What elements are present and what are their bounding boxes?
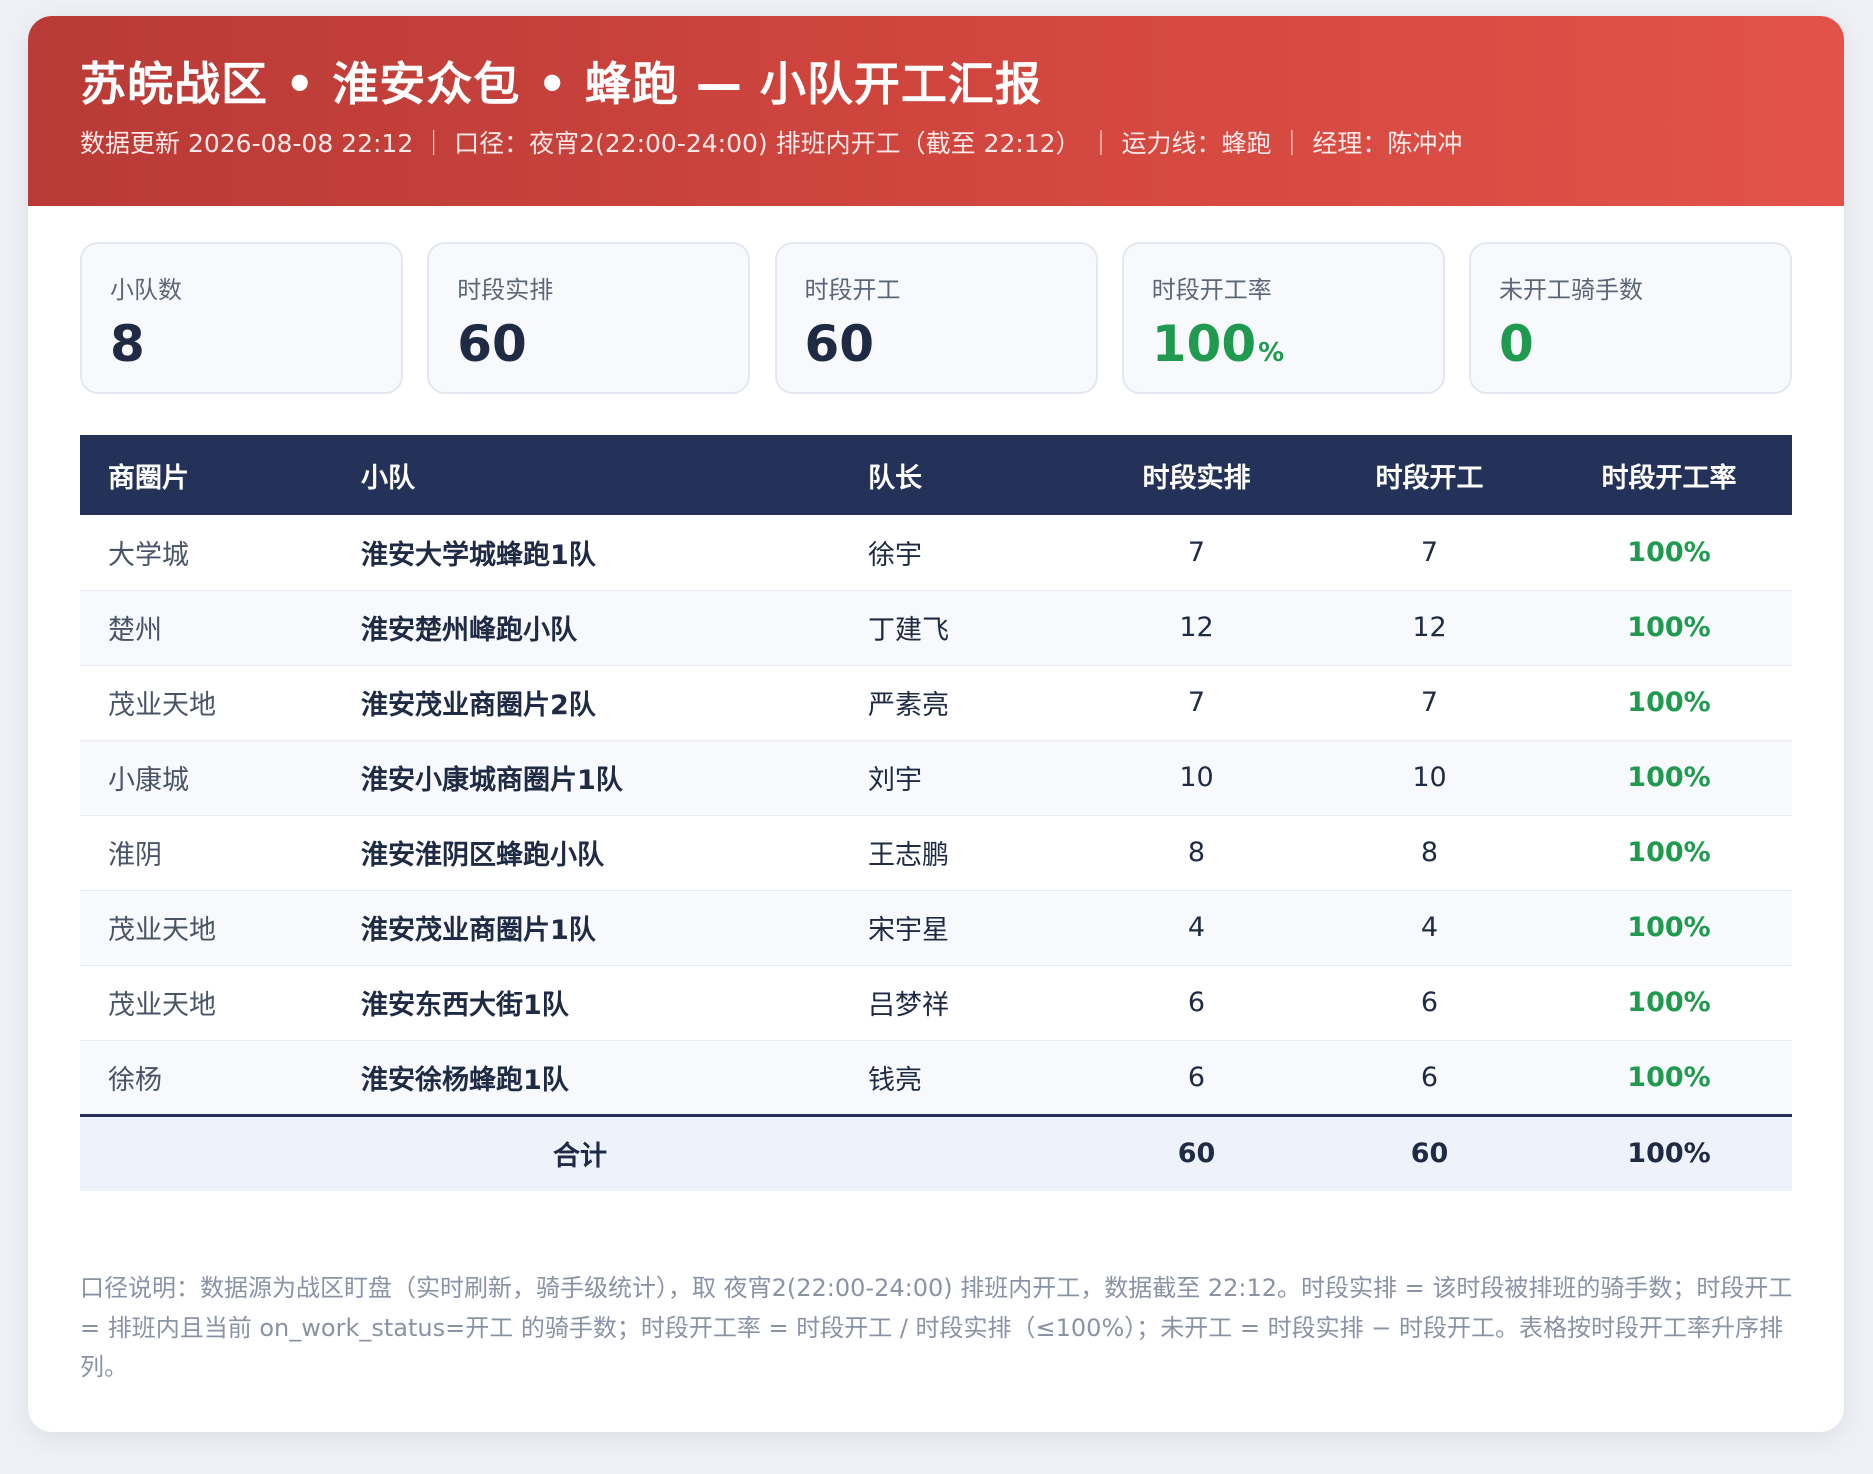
report-header: 苏皖战区 • 淮安众包 • 蜂跑 — 小队开工汇报 数据更新 2026-08-0… <box>28 16 1844 206</box>
cell-planned: 6 <box>1080 965 1313 1041</box>
cell-area: 楚州 <box>80 590 333 666</box>
stats-row: 小队数 8 时段实排 60 时段开工 60 时段开工率 100% 未开工骑手数 … <box>80 242 1792 394</box>
cell-rate: 100% <box>1546 1040 1792 1116</box>
cell-working: 7 <box>1313 515 1546 591</box>
stat-value: 60 <box>457 315 527 373</box>
cell-planned: 12 <box>1080 590 1313 666</box>
cell-planned: 4 <box>1080 890 1313 966</box>
cell-team: 淮安茂业商圈片1队 <box>333 890 840 966</box>
report-card: 苏皖战区 • 淮安众包 • 蜂跑 — 小队开工汇报 数据更新 2026-08-0… <box>28 16 1844 1432</box>
page-title: 苏皖战区 • 淮安众包 • 蜂跑 — 小队开工汇报 <box>80 57 1042 111</box>
report-subtitle: 数据更新 2026-08-08 22:12 ｜ 口径：夜宵2(22:00-24:… <box>80 128 1463 158</box>
cell-team: 淮安大学城蜂跑1队 <box>333 515 840 591</box>
table-total-row: 合计 60 60 100% <box>80 1113 1792 1191</box>
table-row: 小康城 淮安小康城商圈片1队 刘宇 10 10 100% <box>80 740 1792 816</box>
cell-leader: 丁建飞 <box>840 590 1080 666</box>
cell-working: 12 <box>1313 590 1546 666</box>
cell-working: 6 <box>1313 1040 1546 1116</box>
stat-card-team-count: 小队数 8 <box>80 242 403 394</box>
cell-rate: 100% <box>1546 890 1792 966</box>
cell-planned: 6 <box>1080 1040 1313 1116</box>
table-row: 大学城 淮安大学城蜂跑1队 徐宇 7 7 100% <box>80 515 1792 591</box>
stat-card-work-rate: 时段开工率 100% <box>1121 242 1445 394</box>
cell-team: 淮安东西大街1队 <box>333 965 840 1041</box>
cell-planned: 8 <box>1080 815 1313 891</box>
column-header-area: 商圈片 <box>80 435 333 515</box>
cell-leader: 王志鹏 <box>840 815 1080 891</box>
column-header-working: 时段开工 <box>1313 435 1546 515</box>
cell-planned: 7 <box>1080 515 1313 591</box>
table-row: 茂业天地 淮安茂业商圈片2队 严素亮 7 7 100% <box>80 665 1792 741</box>
cell-leader: 钱亮 <box>840 1040 1080 1116</box>
stat-label: 时段开工 <box>804 276 901 304</box>
cell-leader: 宋宇星 <box>840 890 1080 966</box>
table-header-row: 商圈片 小队 队长 时段实排 时段开工 时段开工率 <box>80 435 1792 515</box>
cell-team: 淮安徐杨蜂跑1队 <box>333 1040 840 1116</box>
stat-label: 时段实排 <box>457 276 554 304</box>
cell-leader: 吕梦祥 <box>840 965 1080 1041</box>
team-table: 商圈片 小队 队长 时段实排 时段开工 时段开工率 大学城 淮安大学城蜂跑1队 徐宇… <box>80 435 1792 1191</box>
stat-value: 8 <box>110 315 145 373</box>
table-row: 楚州 淮安楚州峰跑小队 丁建飞 12 12 100% <box>80 590 1792 666</box>
cell-team: 淮安茂业商圈片2队 <box>333 665 840 741</box>
column-header-leader: 队长 <box>840 435 1080 515</box>
stat-unit: % <box>1258 338 1285 368</box>
cell-rate: 100% <box>1546 965 1792 1041</box>
total-label: 合计 <box>80 1113 1080 1191</box>
cell-leader: 徐宇 <box>840 515 1080 591</box>
cell-rate: 100% <box>1546 590 1792 666</box>
total-planned: 60 <box>1080 1113 1313 1191</box>
cell-leader: 刘宇 <box>840 740 1080 816</box>
cell-area: 茂业天地 <box>80 965 333 1041</box>
cell-area: 小康城 <box>80 740 333 816</box>
stat-card-planned: 时段实排 60 <box>427 242 751 394</box>
cell-working: 4 <box>1313 890 1546 966</box>
cell-area: 茂业天地 <box>80 890 333 966</box>
stat-card-not-working: 未开工骑手数 0 <box>1469 242 1792 394</box>
cell-working: 7 <box>1313 665 1546 741</box>
cell-area: 徐杨 <box>80 1040 333 1116</box>
cell-area: 大学城 <box>80 515 333 591</box>
cell-team: 淮安小康城商圈片1队 <box>333 740 840 816</box>
stat-card-working: 时段开工 60 <box>774 242 1098 394</box>
stat-label: 未开工骑手数 <box>1499 276 1643 304</box>
cell-rate: 100% <box>1546 515 1792 591</box>
cell-planned: 10 <box>1080 740 1313 816</box>
total-working: 60 <box>1313 1113 1546 1191</box>
cell-working: 10 <box>1313 740 1546 816</box>
cell-working: 6 <box>1313 965 1546 1041</box>
cell-working: 8 <box>1313 815 1546 891</box>
stat-value: 100% <box>1151 315 1285 373</box>
cell-area: 茂业天地 <box>80 665 333 741</box>
column-header-planned: 时段实排 <box>1080 435 1313 515</box>
cell-rate: 100% <box>1546 665 1792 741</box>
cell-rate: 100% <box>1546 740 1792 816</box>
table-row: 茂业天地 淮安东西大街1队 吕梦祥 6 6 100% <box>80 965 1792 1041</box>
column-header-team: 小队 <box>333 435 840 515</box>
methodology-note: 口径说明：数据源为战区盯盘（实时刷新，骑手级统计），取 夜宵2(22:00-24… <box>80 1274 1793 1382</box>
cell-team: 淮安淮阴区蜂跑小队 <box>333 815 840 891</box>
cell-team: 淮安楚州峰跑小队 <box>333 590 840 666</box>
stat-value: 60 <box>804 315 875 373</box>
stat-label: 时段开工率 <box>1151 276 1272 304</box>
table-row: 淮阴 淮安淮阴区蜂跑小队 王志鹏 8 8 100% <box>80 815 1792 891</box>
cell-planned: 7 <box>1080 665 1313 741</box>
cell-rate: 100% <box>1546 815 1792 891</box>
cell-area: 淮阴 <box>80 815 333 891</box>
total-rate: 100% <box>1546 1113 1792 1191</box>
column-header-rate: 时段开工率 <box>1546 435 1792 515</box>
cell-leader: 严素亮 <box>840 665 1080 741</box>
stat-label: 小队数 <box>110 276 182 304</box>
stat-value: 0 <box>1499 315 1534 373</box>
table-row: 徐杨 淮安徐杨蜂跑1队 钱亮 6 6 100% <box>80 1040 1792 1116</box>
table-row: 茂业天地 淮安茂业商圈片1队 宋宇星 4 4 100% <box>80 890 1792 966</box>
